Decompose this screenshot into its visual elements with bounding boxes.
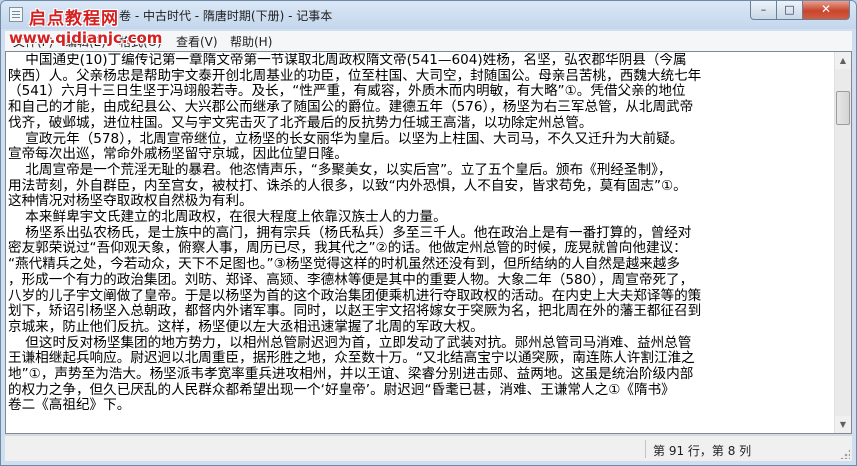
status-divider: [645, 440, 646, 458]
text-line: 北周宣帝是一个荒淫无耻的暴君。他恣情声乐，“多聚美女，以实后宫”。立了五个皇后。…: [8, 161, 672, 178]
scroll-up-button[interactable]: ▲: [835, 52, 851, 69]
watermark-url: www.qidianjc.com: [9, 29, 163, 47]
resize-grip-icon[interactable]: [840, 449, 850, 459]
text-line: 伐齐，破邺城，进位柱国。又与宇文宪击灭了北齐最后的反抗势力任城王高湝，以功除定州…: [8, 114, 593, 131]
notepad-app-icon[interactable]: [9, 7, 23, 22]
document-text[interactable]: 中国通史(10)丁编传记第一章隋文帝第一节谋取北周政权隋文帝(541—604)姓…: [8, 53, 830, 432]
text-line: 和自己的才能，由成纪县公、大兴郡公而继承了随国公的爵位。建德五年（576），杨坚…: [8, 99, 694, 116]
scroll-down-button[interactable]: ▼: [835, 416, 851, 433]
text-line: 但这时反对杨坚集团的地方势力，以相州总管尉迟迥为首，立即发动了武装对抗。郧州总管…: [8, 334, 692, 351]
menu-view[interactable]: 查看(V): [176, 33, 218, 50]
window-title: 卷 - 中古时代 - 隋唐时期(下册) - 记事本: [119, 9, 333, 23]
text-line: 的权力之争，但久已厌乱的人民群众都希望出现一个‘好皇帝’。尉迟迥“昏耄已甚，消难…: [8, 381, 675, 398]
text-line: 王谦相继起兵响应。尉迟迥以北周重臣，据形胜之地，众至数十万。“又北结高宝宁以通突…: [8, 350, 695, 367]
scroll-thumb[interactable]: [836, 90, 850, 125]
maximize-button[interactable]: □: [777, 1, 803, 20]
arrow-up-icon: ▲: [839, 56, 847, 65]
text-line: 京城来，防止他们反抗。这样，杨坚便以左大丞相迅速掌握了北周的军政大权。: [8, 318, 484, 335]
text-line: 中国通史(10)丁编传记第一章隋文帝第一节谋取北周政权隋文帝(541—604)姓…: [8, 53, 687, 68]
text-line: 八岁的儿子宇文阐做了皇帝。于是以杨坚为首的这个政治集团便乘机进行夺取政权的活动。…: [8, 287, 702, 304]
status-bar: 第 91 行，第 8 列: [5, 435, 852, 461]
arrow-down-icon: ▼: [839, 420, 847, 429]
notepad-window: 卷 - 中古时代 - 隋唐时期(下册) - 记事本 启点教程网 – □ ✕ ww…: [0, 0, 857, 466]
text-line: 宣政元年（578），北周宣帝继位，立杨坚的长女丽华为皇后。以坚为上柱国、大司马，…: [8, 130, 684, 147]
text-line: （541）六月十三日生坚于冯翊般若寺。及长，“性严重，有威容，外质木而内明敏，有…: [8, 83, 686, 100]
text-line: 划下，矫诏引杨坚入总朝政，都督内外诸军事。同时，以赵王宇文招将嫁女于突厥为名，把…: [8, 303, 702, 320]
text-line: 本来鲜卑宇文氏建立的北周政权，在很大程度上依靠汉族士人的力量。: [8, 209, 447, 226]
watermark-logo: 启点教程网: [29, 9, 119, 29]
cursor-position: 第 91 行，第 8 列: [653, 444, 752, 458]
menu-help[interactable]: 帮助(H): [230, 33, 272, 50]
text-line: 宣帝每次出巡，常命外戚杨坚留守京城，因此位望日隆。: [8, 146, 348, 163]
minimize-button[interactable]: –: [750, 1, 777, 20]
vertical-scrollbar[interactable]: ▲ ▼: [834, 52, 851, 433]
text-line: “燕代精兵之处，今若动众，天下不足图也。”③杨坚觉得这样的时机虽然还没有到，但所…: [8, 256, 680, 273]
title-bar[interactable]: 卷 - 中古时代 - 隋唐时期(下册) - 记事本 启点教程网 – □ ✕: [1, 1, 856, 29]
text-editor[interactable]: 中国通史(10)丁编传记第一章隋文帝第一节谋取北周政权隋文帝(541—604)姓…: [5, 51, 852, 434]
text-line: ，形成一个有力的政治集团。刘昉、郑译、高颎、李德林等便是其中的重要人物。大象二年…: [8, 271, 694, 288]
text-line: 用法苛刻，外自群臣，内至宫女，被杖打、诛杀的人很多，以致“内外恐惧，人不自安，皆…: [8, 177, 687, 194]
text-line: 地”①，声势至为浩大。杨坚派韦孝宽率重兵进攻相州，并以王谊、梁睿分别进击郧、益两…: [8, 366, 694, 383]
close-button[interactable]: ✕: [803, 1, 850, 20]
text-line: 密友郭荣说过“吾仰观天象，俯察人事，周历已尽，我其代之”②的话。他做定州总管的时…: [8, 240, 687, 257]
text-line: 这种情况对杨坚夺取政权自然极为有利。: [8, 193, 253, 210]
text-line: 卷二《高祖纪》下。: [8, 397, 131, 414]
